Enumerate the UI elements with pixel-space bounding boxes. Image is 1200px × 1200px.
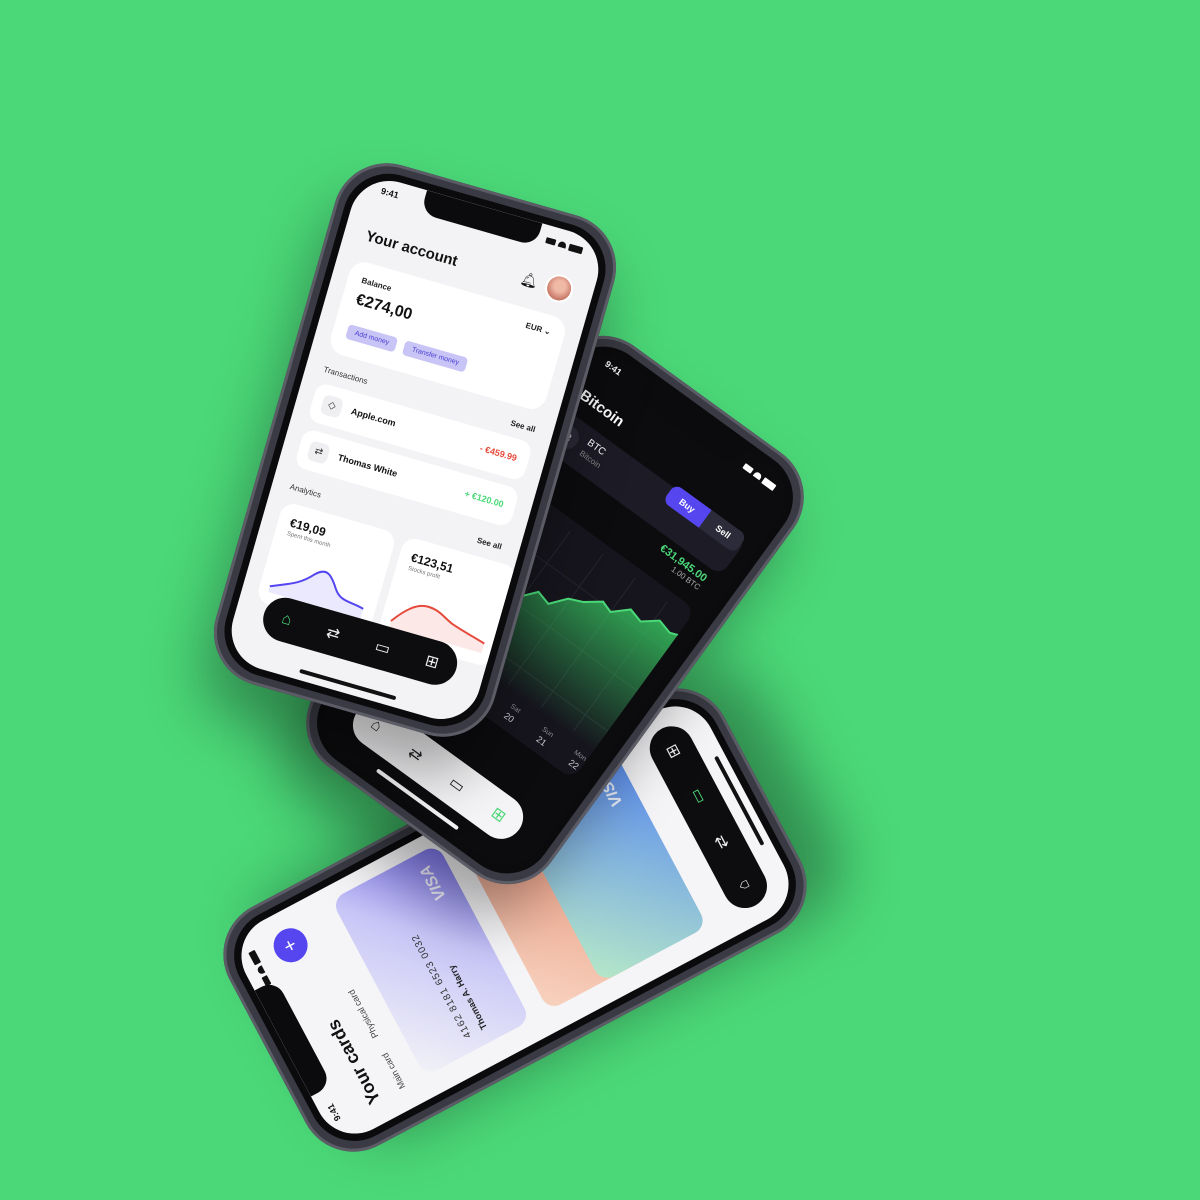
grid-icon[interactable]: ⊞ <box>661 741 685 762</box>
notch <box>635 378 747 469</box>
chevron-down-icon: ⌄ <box>543 326 552 337</box>
transfer-icon[interactable]: ⇄ <box>710 831 734 852</box>
transfer-money-button[interactable]: Transfer money <box>402 340 469 373</box>
home-indicator <box>299 668 397 701</box>
signal-icon <box>742 463 754 474</box>
status-icons <box>740 460 779 494</box>
transfer-icon[interactable]: ⇄ <box>404 743 427 767</box>
transfer-icon[interactable]: ⇄ <box>324 622 342 645</box>
wifi-icon <box>752 470 763 481</box>
status-time: 9:41 <box>379 185 400 201</box>
balance-value: €274,00 <box>353 291 415 324</box>
currency-value: EUR <box>524 320 544 335</box>
see-all-transactions-link[interactable]: See all <box>510 419 537 435</box>
avatar[interactable] <box>541 271 577 306</box>
battery-icon <box>761 476 777 491</box>
card-icon[interactable]: ▭ <box>445 772 469 797</box>
transfer-icon: ⇄ <box>306 440 331 465</box>
wifi-icon <box>557 240 567 249</box>
tab-main-card[interactable]: Main card <box>380 1051 407 1091</box>
visa-logo: VISA <box>417 862 450 904</box>
add-card-button[interactable]: + <box>267 922 314 969</box>
transactions-label: Transactions <box>322 364 369 387</box>
analytics-label: Analytics <box>288 482 323 500</box>
transaction-name: Apple.com <box>349 406 397 429</box>
page-title: Your account <box>363 227 460 271</box>
status-time: 9:41 <box>603 358 624 378</box>
currency-select[interactable]: EUR ⌄ <box>525 321 552 337</box>
transaction-amount: - €459.99 <box>478 443 519 464</box>
add-money-button[interactable]: Add money <box>345 323 399 353</box>
balance-actions: Add money Transfer money <box>345 323 469 373</box>
home-icon[interactable]: ⌂ <box>279 610 294 630</box>
card-icon[interactable]: ▭ <box>373 636 393 659</box>
transaction-name: Thomas White <box>336 452 399 479</box>
grid-icon[interactable]: ⊞ <box>487 803 510 827</box>
card-icon[interactable]: ▭ <box>685 785 710 808</box>
wifi-icon <box>256 965 266 976</box>
status-icons <box>544 233 584 257</box>
battery-icon <box>568 243 584 254</box>
tag-icon: ◇ <box>319 394 345 419</box>
home-icon[interactable]: ⌂ <box>734 876 754 894</box>
battery-icon <box>247 950 261 966</box>
status-time: 9:41 <box>325 1102 343 1123</box>
notch <box>420 190 543 247</box>
balance-label: Balance <box>360 275 393 294</box>
bell-icon[interactable]: 🔔︎ <box>518 270 541 291</box>
signal-icon <box>545 237 557 246</box>
transaction-amount: + €120.00 <box>463 488 505 510</box>
status-icons <box>245 948 275 988</box>
grid-icon[interactable]: ⊞ <box>423 650 441 673</box>
notch <box>254 979 333 1097</box>
tab-physical-card[interactable]: Physical card <box>346 988 380 1040</box>
see-all-analytics-link[interactable]: See all <box>476 536 503 552</box>
